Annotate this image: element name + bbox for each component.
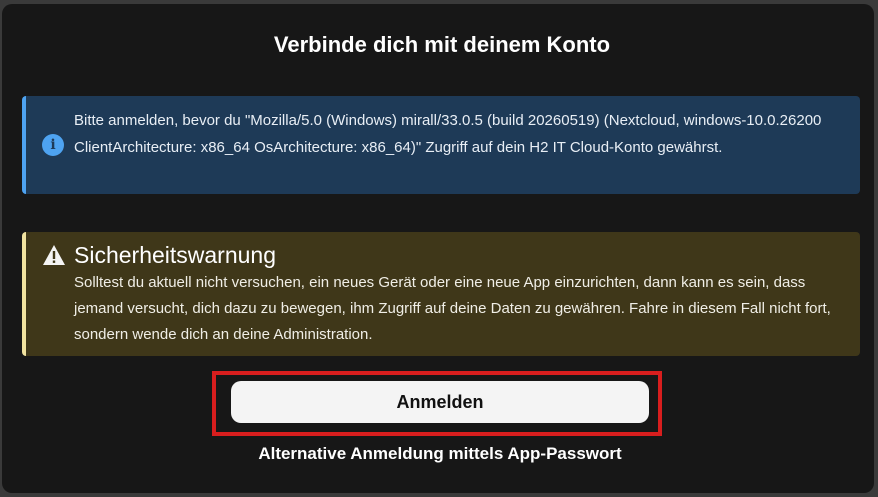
info-notice: i Bitte anmelden, bevor du "Mozilla/5.0 … xyxy=(22,96,860,194)
login-button[interactable]: Anmelden xyxy=(231,381,649,423)
app-password-login-link[interactable]: Alternative Anmeldung mittels App-Passwo… xyxy=(0,444,878,464)
security-warning: Sicherheitswarnung Solltest du aktuell n… xyxy=(22,232,860,356)
info-notice-text: Bitte anmelden, bevor du "Mozilla/5.0 (W… xyxy=(74,112,822,156)
info-icon: i xyxy=(42,134,64,156)
dialog-title: Verbinde dich mit deinem Konto xyxy=(273,32,611,57)
security-warning-text: Solltest du aktuell nicht versuchen, ein… xyxy=(74,274,831,343)
security-warning-title: Sicherheitswarnung xyxy=(74,242,277,268)
warning-triangle-icon xyxy=(43,245,65,265)
window-frame: Verbinde dich mit deinem Konto i Bitte a… xyxy=(0,0,878,497)
